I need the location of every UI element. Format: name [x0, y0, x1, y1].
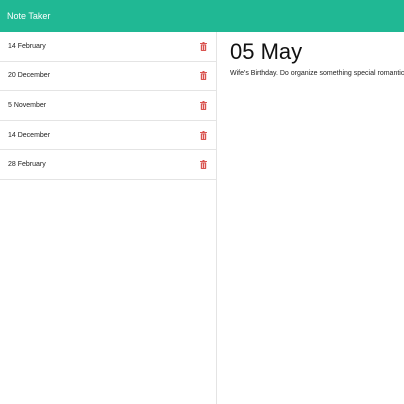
list-item[interactable]: 28 February — [0, 150, 216, 180]
note-title: 5 November — [8, 101, 47, 109]
trash-icon[interactable] — [198, 159, 208, 171]
list-item[interactable]: 14 December — [0, 121, 216, 151]
app-title[interactable]: Note Taker — [7, 11, 50, 21]
list-item[interactable]: 20 December — [0, 62, 216, 92]
notes-list: 14 February 20 December 5 November 14 De… — [0, 32, 217, 404]
note-title: 28 February — [8, 161, 46, 169]
note-editor: 05 May Wife's Birthday. Do organize some… — [218, 32, 404, 404]
note-text-area[interactable]: Wife's Birthday. Do organize something s… — [230, 70, 404, 77]
trash-icon[interactable] — [198, 70, 208, 82]
note-title: 20 December — [8, 72, 51, 80]
trash-icon[interactable] — [198, 129, 208, 141]
navbar: Note Taker — [0, 0, 404, 32]
trash-icon[interactable] — [198, 40, 208, 52]
note-title: 14 February — [8, 42, 46, 50]
note-title-input[interactable]: 05 May — [230, 39, 392, 65]
list-item[interactable]: 5 November — [0, 91, 216, 121]
note-title: 14 December — [8, 131, 51, 139]
list-item[interactable]: 14 February — [0, 32, 216, 62]
trash-icon[interactable] — [198, 99, 208, 111]
